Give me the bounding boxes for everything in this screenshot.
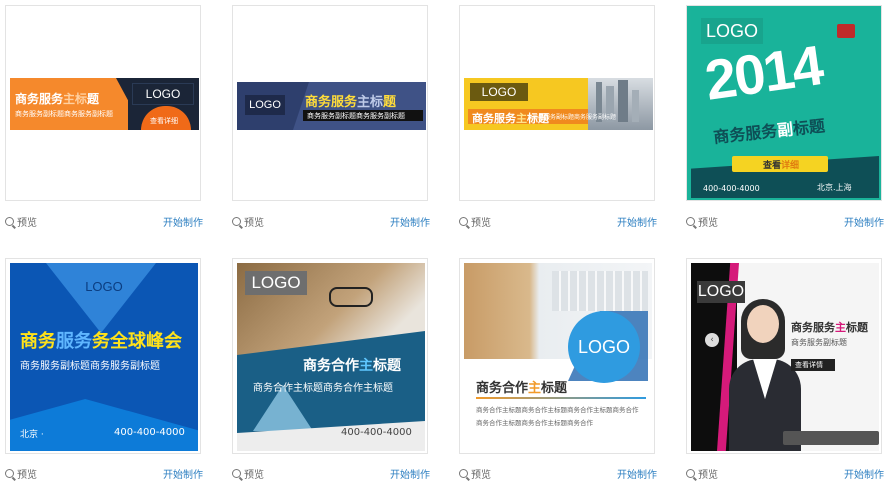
banner-title: 商务服务主标题 bbox=[305, 95, 397, 110]
start-making-link[interactable]: 开始制作 bbox=[844, 466, 884, 481]
start-making-link[interactable]: 开始制作 bbox=[163, 466, 203, 481]
banner-title: 商务服务主标题 bbox=[15, 92, 100, 106]
zoom-icon bbox=[459, 469, 468, 478]
card-2-actions: 预览 开始制作 bbox=[232, 214, 430, 230]
logo-placeholder: LOGO bbox=[245, 95, 285, 115]
preview-button[interactable]: 预览 bbox=[459, 466, 491, 481]
logo-placeholder: LOGO bbox=[85, 279, 123, 294]
poster-subtitle: 商务合作主标题商务合作主标题 bbox=[253, 383, 393, 394]
card-3-actions: 预览 开始制作 bbox=[459, 214, 657, 230]
card-8-actions: 预览 开始制作 bbox=[686, 466, 884, 482]
poster-title: 商务合作主标题 bbox=[303, 358, 401, 374]
template-card-1[interactable]: LOGO 商务服务主标题 商务服务副标题商务服务副标题 查看详细 bbox=[5, 5, 201, 201]
start-making-link[interactable]: 开始制作 bbox=[844, 214, 884, 229]
template-card-7[interactable]: LOGO 商务合作主标题 商务合作主标题商务合作主标题商务合作主标题商务合作 商… bbox=[459, 258, 655, 454]
template-card-3[interactable]: LOGO 商务服务主标题 商务服务副标题商务服务副标题 bbox=[459, 5, 655, 201]
logo-placeholder: LOGO bbox=[470, 83, 528, 101]
preview-button[interactable]: 预览 bbox=[5, 214, 37, 229]
logo-placeholder: LOGO bbox=[577, 337, 630, 357]
template-card-2[interactable]: LOGO 商务服务主标题 商务服务副标题商务服务副标题 bbox=[232, 5, 428, 201]
banner-subtitle: 商务服务副标题商务服务副标题 bbox=[307, 112, 405, 120]
card-1-actions: 预览 开始制作 bbox=[5, 214, 203, 230]
zoom-icon bbox=[686, 469, 695, 478]
preview-button[interactable]: 预览 bbox=[459, 214, 491, 229]
keyboard-image bbox=[783, 431, 879, 445]
zoom-icon bbox=[232, 469, 241, 478]
poster-subtitle: 商务服务副标题商务服务副标题 bbox=[20, 361, 160, 372]
start-making-link[interactable]: 开始制作 bbox=[390, 214, 430, 229]
zoom-icon bbox=[5, 469, 14, 478]
body-line-2: 商务合作主标题商务合作主标题商务合作 bbox=[476, 419, 593, 427]
phone-number: 400-400-4000 bbox=[341, 427, 412, 438]
zoom-icon bbox=[5, 217, 14, 226]
detail-button: 查看详情 bbox=[795, 361, 823, 369]
logo-placeholder: LOGO bbox=[697, 281, 745, 303]
zoom-icon bbox=[459, 217, 468, 226]
preview-button[interactable]: 预览 bbox=[686, 466, 718, 481]
phone-number: 400-400-4000 bbox=[114, 427, 185, 438]
detail-button: 查看详细 bbox=[763, 161, 800, 171]
start-making-link[interactable]: 开始制作 bbox=[163, 214, 203, 229]
gift-icon bbox=[837, 24, 855, 38]
poster-title: 商务服务务全球峰会 bbox=[20, 331, 182, 352]
start-making-link[interactable]: 开始制作 bbox=[390, 466, 430, 481]
detail-button: 查看详细 bbox=[150, 117, 178, 125]
card-5-actions: 预览 开始制作 bbox=[5, 466, 203, 482]
card-4-actions: 预览 开始制作 bbox=[686, 214, 884, 230]
preview-button[interactable]: 预览 bbox=[5, 466, 37, 481]
preview-button[interactable]: 预览 bbox=[686, 214, 718, 229]
preview-button[interactable]: 预览 bbox=[232, 466, 264, 481]
keyboard-image bbox=[552, 271, 648, 311]
template-card-4[interactable]: LOGO 2014 商务服务副标题 查看详细 400-400-4000 北京.上… bbox=[686, 5, 882, 201]
body-line-1: 商务合作主标题商务合作主标题商务合作主标题商务合作 bbox=[476, 406, 639, 414]
city-text: 北京 · bbox=[20, 430, 44, 440]
template-card-6[interactable]: LOGO 商务合作主标题 商务合作主标题商务合作主标题 400-400-4000 bbox=[232, 258, 428, 454]
glasses-image bbox=[329, 287, 373, 307]
zoom-icon bbox=[686, 217, 695, 226]
template-card-8[interactable]: LOGO ‹ 商务服务主标题 商务服务副标题 查看详情 bbox=[686, 258, 882, 454]
banner-subtitle: 商务服务副标题商务服务副标题 bbox=[532, 114, 617, 121]
logo-placeholder: LOGO bbox=[245, 271, 307, 295]
poster-title: 商务合作主标题 bbox=[476, 381, 568, 396]
template-card-5[interactable]: LOGO 商务服务务全球峰会 商务服务副标题商务服务副标题 北京 · 400-4… bbox=[5, 258, 201, 454]
card-6-actions: 预览 开始制作 bbox=[232, 466, 430, 482]
banner-subtitle: 商务服务副标题商务服务副标题 bbox=[15, 110, 113, 118]
logo-placeholder: LOGO bbox=[132, 83, 194, 105]
start-making-link[interactable]: 开始制作 bbox=[617, 214, 657, 229]
city-text: 北京.上海 bbox=[817, 183, 852, 192]
phone-number: 400-400-4000 bbox=[703, 184, 760, 193]
start-making-link[interactable]: 开始制作 bbox=[617, 466, 657, 481]
poster-title: 商务服务主标题 bbox=[791, 321, 868, 334]
zoom-icon bbox=[232, 217, 241, 226]
preview-button[interactable]: 预览 bbox=[232, 214, 264, 229]
chevron-left-icon[interactable]: ‹ bbox=[705, 333, 719, 347]
poster-subtitle: 商务服务副标题 bbox=[791, 338, 847, 347]
card-7-actions: 预览 开始制作 bbox=[459, 466, 657, 482]
